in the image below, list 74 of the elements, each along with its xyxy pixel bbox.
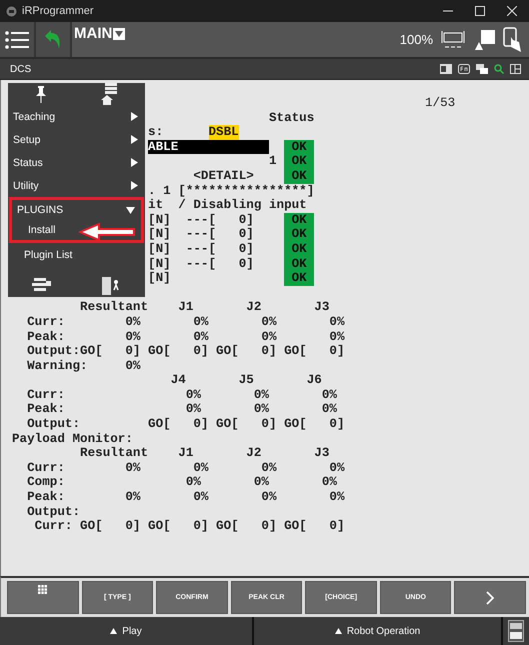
screen-text: Comp: 0% 0% 0% — [27, 475, 337, 490]
screen-text: 1 — [268, 154, 277, 169]
override-value: 100% — [400, 32, 433, 47]
split-view-icon[interactable] — [510, 64, 521, 74]
page-counter: 1/53 — [425, 96, 456, 110]
app-icon — [6, 6, 17, 16]
submenu-item[interactable]: Plugin List — [20, 243, 145, 266]
menu-icon — [5, 30, 29, 50]
auto-mode-icon[interactable] — [441, 30, 465, 50]
menu-item[interactable]: PLUGINS — [12, 200, 141, 220]
screen-icon[interactable] — [473, 28, 495, 52]
window-icon[interactable] — [476, 64, 488, 74]
maximize-icon[interactable] — [475, 6, 485, 16]
fn-icon[interactable] — [458, 64, 470, 74]
screen-title: DCS — [10, 64, 32, 74]
chevron-right-icon — [486, 590, 494, 604]
dropdown-icon[interactable] — [113, 28, 126, 40]
program-name[interactable]: MAIN — [74, 25, 112, 42]
home-list-icon[interactable] — [100, 83, 118, 105]
pendant-icon — [508, 620, 524, 642]
menu-item[interactable]: Teaching — [8, 105, 145, 128]
grid-icon — [38, 585, 48, 594]
menu-button[interactable] — [0, 22, 36, 57]
screen-text: [N] ---[ 0] — [148, 212, 254, 228]
screen-text: Resultant J1 J2 J3 — [80, 300, 330, 315]
menu-item[interactable]: Status — [8, 151, 145, 174]
screen-text: . 1 [****************] — [148, 184, 314, 198]
status-indicator: OK — [284, 242, 314, 257]
screen-text: [N] ---[ 0] — [148, 256, 254, 272]
screen-text: Status — [268, 110, 314, 126]
menu-item[interactable]: Utility — [8, 174, 145, 197]
submenu-item[interactable]: Install — [24, 220, 60, 240]
status-indicator: OK — [284, 212, 314, 228]
screen-text: Curr: 0% 0% 0% 0% — [27, 314, 345, 330]
screen-text: Curr: 0% 0% 0% — [27, 388, 337, 402]
screen-text: [N] — [148, 271, 171, 286]
screen-text: J4 J5 J6 — [170, 373, 322, 388]
touch-icon[interactable] — [503, 26, 523, 52]
menu-item[interactable]: Setup — [8, 128, 145, 151]
screen-text: s: — [148, 125, 164, 140]
status-indicator: OK — [284, 227, 314, 242]
value-field[interactable]: ABLE — [148, 140, 269, 154]
screen-text: Resultant J1 J2 J3 — [80, 446, 330, 461]
up-triangle-icon — [110, 628, 118, 634]
screen-text: Warning: 0% — [27, 358, 140, 374]
screen-text: Curr: GO[ 0] GO[ 0] GO[ 0] GO[ 0] — [34, 519, 345, 534]
layout-icon[interactable] — [440, 64, 452, 74]
status-indicator: OK — [284, 154, 314, 169]
window-title: iRProgrammer — [22, 5, 94, 17]
close-icon[interactable] — [507, 6, 517, 16]
screen-text: Peak: 0% 0% 0% — [27, 402, 337, 418]
keypad-button[interactable] — [7, 581, 79, 614]
screen-text: Payload Monitor: — [12, 432, 133, 446]
exit-door-icon[interactable] — [100, 276, 121, 296]
status-indicator: OK — [284, 140, 314, 154]
screen-text: Peak: 0% 0% 0% 0% — [27, 330, 345, 344]
screen-text: Output: GO[ 0] GO[ 0] GO[ 0] — [27, 417, 345, 432]
screen-text: Output: — [27, 504, 80, 520]
status-value[interactable]: DSBL — [208, 125, 239, 140]
back-button[interactable] — [36, 22, 72, 57]
zoom-icon[interactable] — [494, 64, 504, 74]
screen-text: it / Disabling input — [148, 198, 307, 213]
status-indicator: OK — [284, 256, 314, 272]
screen-text: Output:GO[ 0] GO[ 0] GO[ 0] GO[ 0] — [27, 344, 345, 359]
pin-icon[interactable] — [34, 85, 47, 103]
screen-text: Curr: 0% 0% 0% 0% — [27, 460, 345, 476]
screen-text: <DETAIL> — [193, 168, 254, 184]
up-triangle-icon — [334, 628, 342, 634]
back-arrow-icon — [44, 28, 62, 50]
screen-text: Peak: 0% 0% 0% 0% — [27, 490, 345, 505]
status-indicator: OK — [284, 168, 314, 184]
screen-text: [N] ---[ 0] — [148, 242, 254, 257]
status-indicator: OK — [284, 271, 314, 286]
screen-text: [N] ---[ 0] — [148, 227, 254, 242]
